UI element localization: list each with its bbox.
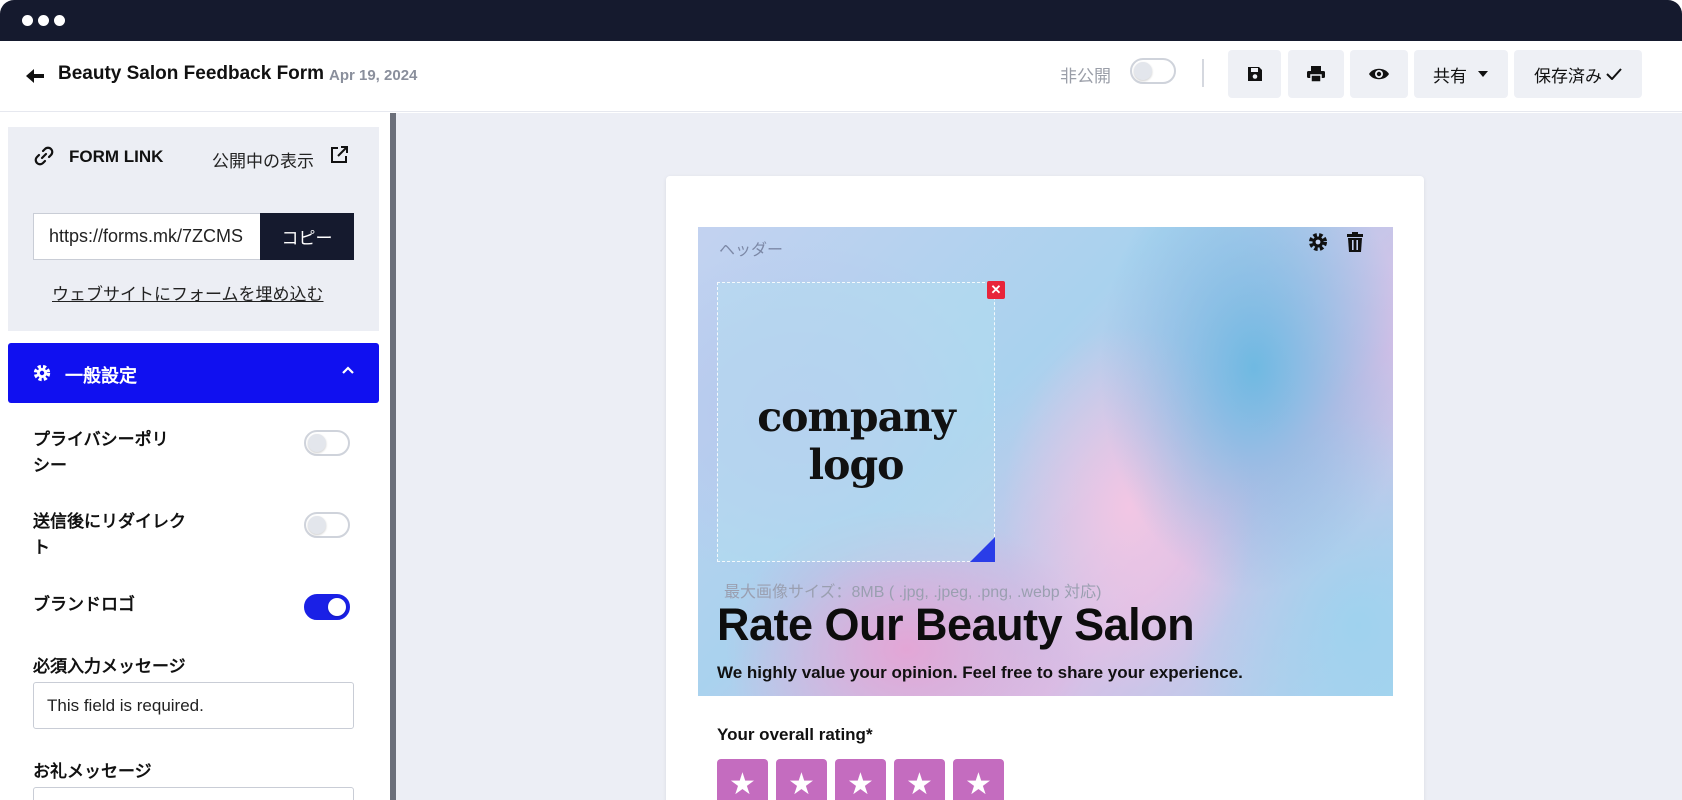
redirect-after-submit-label: 送信後にリダイレクト [33, 512, 186, 557]
check-icon [1606, 68, 1622, 80]
thanks-message-input[interactable] [33, 787, 354, 800]
publish-toggle[interactable] [1130, 58, 1176, 84]
save-button[interactable] [1228, 50, 1281, 98]
form-url-input[interactable]: https://forms.mk/7ZCMS [33, 213, 268, 260]
gear-icon[interactable] [1307, 231, 1329, 253]
redirect-after-submit-toggle[interactable] [304, 512, 350, 538]
toggle-knob [308, 434, 326, 452]
header-block-label: ヘッダー [719, 242, 784, 259]
general-settings-header[interactable]: 一般設定 [8, 343, 379, 403]
toolbar-divider [1202, 59, 1204, 87]
toggle-knob [328, 598, 346, 616]
save-icon [1247, 67, 1262, 81]
general-settings-label: 一般設定 [65, 366, 137, 386]
brand-logo-toggle[interactable] [304, 594, 350, 620]
rating-star-3[interactable]: ★ [835, 759, 886, 800]
chevron-up-icon [342, 366, 354, 374]
privacy-policy-toggle[interactable] [304, 430, 350, 456]
embed-form-link[interactable]: ウェブサイトにフォームを埋め込む [52, 280, 324, 305]
logo-resize-handle[interactable] [970, 537, 995, 562]
rating-question-label: Your overall rating* [717, 725, 873, 744]
caret-down-icon [1478, 71, 1488, 77]
brand-logo-label: ブランドロゴ [33, 595, 135, 614]
remove-logo-icon[interactable]: ✕ [987, 281, 1005, 299]
privacy-policy-label: プライバシーポリシー [33, 430, 169, 475]
toggle-knob [308, 516, 326, 534]
external-link-icon[interactable] [329, 145, 349, 165]
saved-label: 保存済み [1534, 66, 1602, 86]
eye-icon [1369, 68, 1389, 80]
form-title: Beauty Salon Feedback Form [58, 63, 325, 84]
toggle-knob [1134, 62, 1152, 80]
form-heading: Rate Our Beauty Salon [717, 599, 1195, 650]
private-label: 非公開 [1060, 67, 1111, 86]
form-link-card: FORM LINK 公開中の表示 https://forms.mk/7ZCMS … [8, 127, 379, 331]
rating-star-4[interactable]: ★ [894, 759, 945, 800]
print-icon [1307, 66, 1325, 83]
top-bar: Beauty Salon Feedback Form Apr 19, 2024 … [0, 41, 1682, 112]
window-dot-icon [54, 15, 65, 26]
form-link-title: FORM LINK [69, 147, 164, 166]
saved-status-button[interactable]: 保存済み [1514, 50, 1642, 98]
form-subheading: We highly value your opinion. Feel free … [717, 663, 1243, 682]
form-date: Apr 19, 2024 [329, 67, 418, 84]
required-message-input[interactable]: This field is required. [33, 682, 354, 729]
copy-button[interactable]: コピー [260, 213, 354, 260]
rating-star-2[interactable]: ★ [776, 759, 827, 800]
window-dot-icon [38, 15, 49, 26]
rating-star-5[interactable]: ★ [953, 759, 1004, 800]
thanks-message-label: お礼メッセージ [33, 762, 152, 781]
link-icon [34, 146, 54, 166]
back-arrow-icon[interactable] [24, 65, 46, 87]
print-button[interactable] [1288, 50, 1344, 98]
window-dot-icon [22, 15, 33, 26]
rating-star-1[interactable]: ★ [717, 759, 768, 800]
gear-icon [33, 364, 51, 382]
window-titlebar [0, 0, 1682, 41]
public-view-link[interactable]: 公開中の表示 [212, 147, 314, 172]
share-label: 共有 [1433, 66, 1467, 86]
preview-button[interactable] [1350, 50, 1408, 98]
company-logo: company logo [757, 393, 956, 489]
required-message-label: 必須入力メッセージ [33, 657, 186, 676]
trash-icon[interactable] [1345, 231, 1365, 253]
share-dropdown-button[interactable]: 共有 [1414, 50, 1508, 98]
